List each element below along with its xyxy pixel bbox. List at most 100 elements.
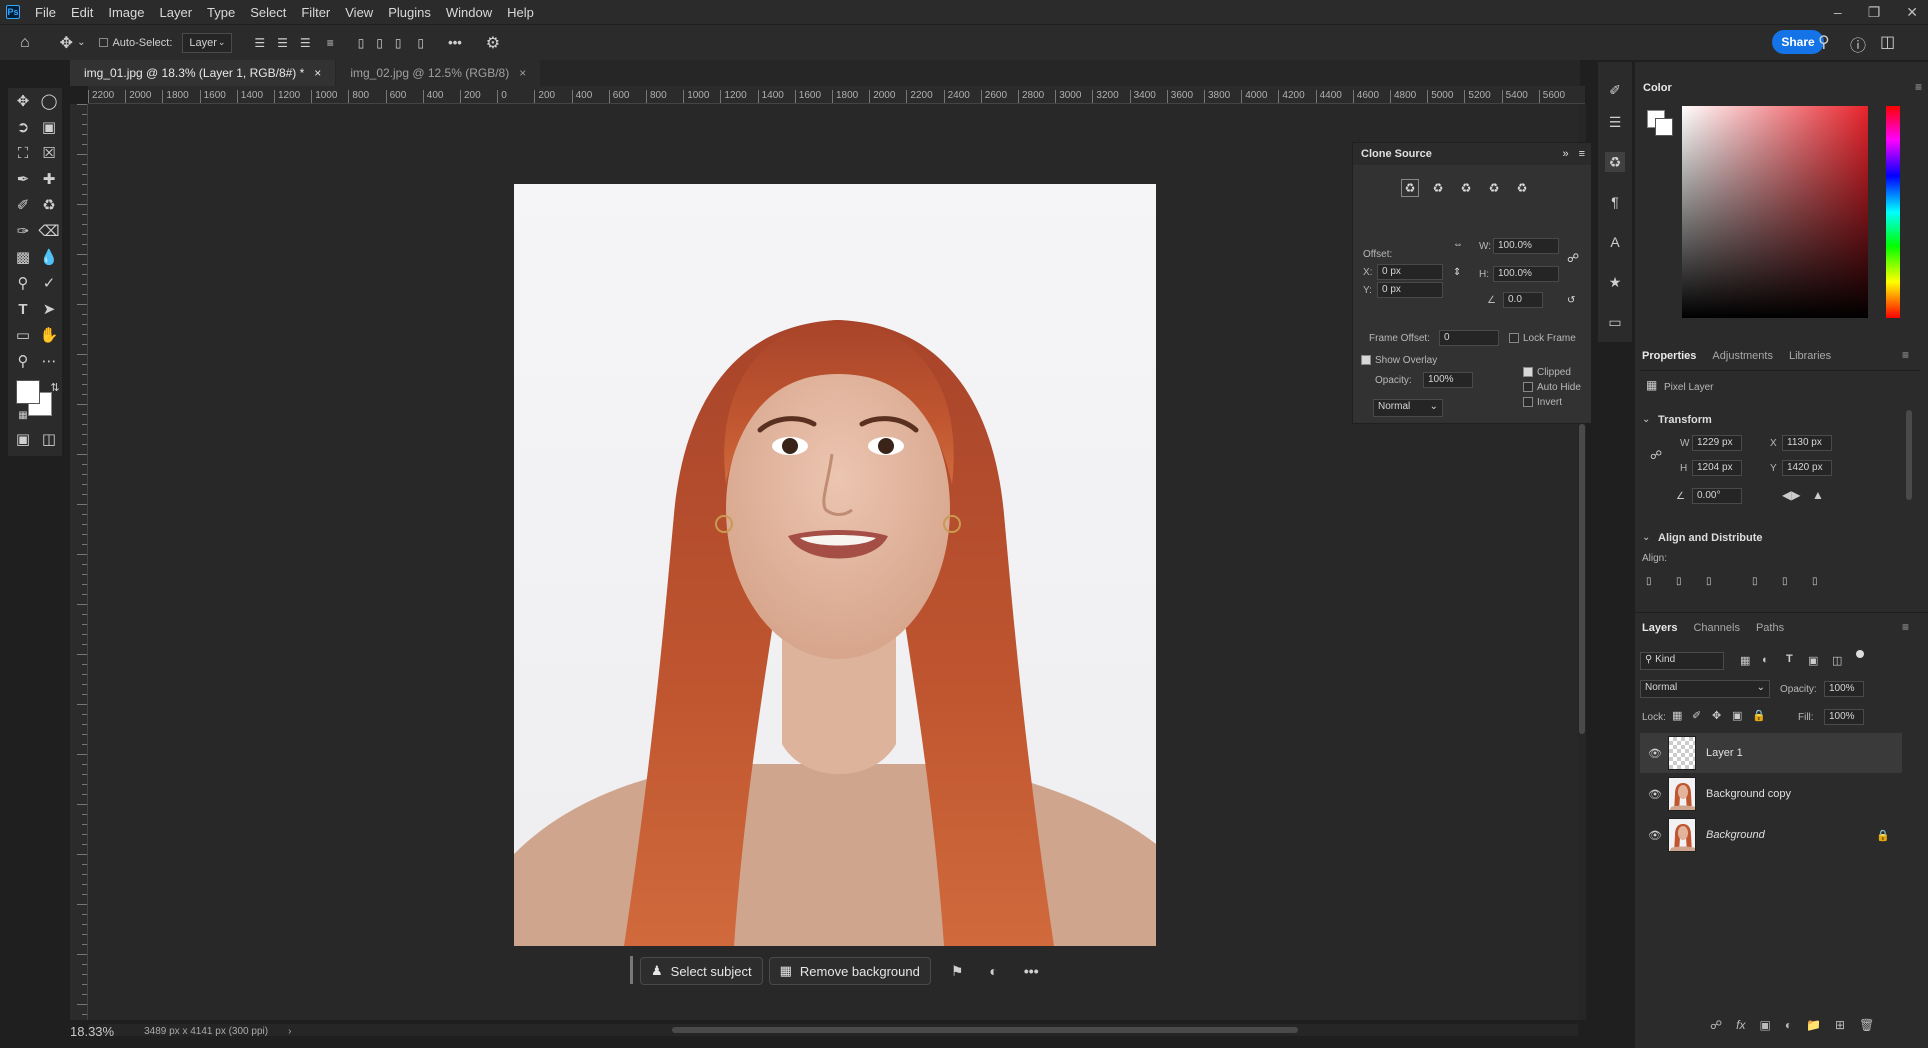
clone-source-slot-icon[interactable]: ♻ xyxy=(1401,179,1419,197)
rotation-input[interactable]: 0.00° xyxy=(1692,488,1742,504)
tab-close-icon[interactable]: × xyxy=(314,66,321,80)
paragraph-icon[interactable]: ¶ xyxy=(1605,192,1625,212)
panel-menu-icon[interactable]: ≡ xyxy=(1915,80,1922,94)
align-center-icon[interactable]: ☰ xyxy=(277,36,288,50)
show-overlay-checkbox[interactable] xyxy=(1361,355,1371,365)
align-left-icon[interactable]: ☰ xyxy=(254,36,265,50)
more-options-icon[interactable]: ••• xyxy=(1024,963,1039,979)
tab-layers[interactable]: Layers xyxy=(1642,622,1677,634)
align-left-icon[interactable]: ▯ xyxy=(1646,576,1652,587)
lock-transparent-icon[interactable]: ▦ xyxy=(1672,709,1682,722)
lock-frame-checkbox[interactable] xyxy=(1509,333,1519,343)
align-right-icon[interactable]: ☰ xyxy=(300,36,311,50)
layer-blend-mode-dropdown[interactable]: Normal ⌄ xyxy=(1640,680,1770,698)
clone-source-slot-icon[interactable]: ♻ xyxy=(1457,179,1475,197)
restore-icon[interactable]: ❐ xyxy=(1868,4,1881,21)
visibility-eye-icon[interactable]: 👁 xyxy=(1648,747,1662,760)
lasso-tool-icon[interactable]: ➲ xyxy=(12,116,34,138)
foreground-color-swatch-top[interactable] xyxy=(16,380,40,404)
horizontal-scroll-thumb[interactable] xyxy=(672,1027,1298,1033)
chevron-down-icon[interactable]: ⌄ xyxy=(77,37,85,48)
align-top-icon[interactable]: ▯ xyxy=(358,36,365,50)
vertical-scroll-thumb[interactable] xyxy=(1579,424,1585,734)
screen-mode-icon[interactable]: ◫ xyxy=(38,428,60,450)
glyphs-icon[interactable]: ★ xyxy=(1605,272,1625,292)
align-bottom-icon[interactable]: ▯ xyxy=(1812,576,1818,587)
filter-pixel-icon[interactable]: ▦ xyxy=(1740,654,1750,667)
clone-stamp-tool-icon[interactable]: ♻ xyxy=(38,194,60,216)
width-input[interactable]: 1229 px xyxy=(1692,435,1742,451)
type-tool-icon[interactable]: T xyxy=(12,298,34,320)
align-horizontal-center-icon[interactable]: ▯ xyxy=(1676,576,1682,587)
settings-circle-icon[interactable]: ◐ xyxy=(989,963,997,979)
layer-style-icon[interactable]: fx xyxy=(1736,1018,1745,1032)
menu-help[interactable]: Help xyxy=(507,5,534,20)
align-bottom-icon[interactable]: ▯ xyxy=(395,36,402,50)
tab-adjustments[interactable]: Adjustments xyxy=(1712,350,1773,362)
height-scale-input[interactable]: 100.0% xyxy=(1493,266,1559,282)
lock-all-icon[interactable]: 🔒 xyxy=(1752,709,1766,722)
clone-source-slot-icon[interactable]: ♻ xyxy=(1513,179,1531,197)
reset-transform-icon[interactable]: ↺ xyxy=(1567,295,1575,306)
align-right-icon[interactable]: ▯ xyxy=(1706,576,1712,587)
offset-x-input[interactable]: 0 px xyxy=(1377,264,1443,280)
hand-tool-icon[interactable]: ✋ xyxy=(38,324,60,346)
link-layers-icon[interactable]: ☍ xyxy=(1710,1018,1722,1032)
healing-brush-tool-icon[interactable]: ✚ xyxy=(38,168,60,190)
menu-type[interactable]: Type xyxy=(207,5,235,20)
pen-tool-icon[interactable]: ✓ xyxy=(38,272,60,294)
frame-offset-input[interactable]: 0 xyxy=(1439,330,1499,346)
marquee-tool-icon[interactable]: ◯ xyxy=(38,90,60,112)
menu-plugins[interactable]: Plugins xyxy=(388,5,431,20)
auto-hide-checkbox[interactable] xyxy=(1523,382,1533,392)
menu-image[interactable]: Image xyxy=(108,5,144,20)
link-dimensions-icon[interactable]: ☍ xyxy=(1650,448,1662,462)
path-selection-tool-icon[interactable]: ➤ xyxy=(38,298,60,320)
collapse-icon[interactable]: » xyxy=(1562,148,1568,160)
color-picker-field[interactable] xyxy=(1682,106,1868,318)
menu-view[interactable]: View xyxy=(345,5,373,20)
menu-layer[interactable]: Layer xyxy=(160,5,193,20)
clone-source-slot-icon[interactable]: ♻ xyxy=(1485,179,1503,197)
width-scale-input[interactable]: 100.0% xyxy=(1493,238,1559,254)
zoom-tool-icon[interactable]: ⚲ xyxy=(12,350,34,372)
brush-settings-icon[interactable]: ✐ xyxy=(1605,80,1625,100)
close-icon[interactable]: ✕ xyxy=(1906,4,1918,21)
tab-img-02[interactable]: img_02.jpg @ 12.5% (RGB/8) × xyxy=(336,60,541,86)
adjustments-icon[interactable]: ☰ xyxy=(1605,112,1625,132)
add-mask-icon[interactable]: ▣ xyxy=(1760,1018,1771,1032)
quick-mask-icon[interactable]: ▣ xyxy=(12,428,34,450)
lock-icon[interactable]: 🔒 xyxy=(1876,829,1890,842)
transform-section-title[interactable]: Transform xyxy=(1658,414,1712,426)
remove-background-button[interactable]: ▦ Remove background xyxy=(768,957,931,985)
select-subject-button[interactable]: ♟ Select subject xyxy=(640,957,763,985)
menu-edit[interactable]: Edit xyxy=(71,5,93,20)
blur-tool-icon[interactable]: 💧 xyxy=(38,246,60,268)
dodge-tool-icon[interactable]: ⚲ xyxy=(12,272,34,294)
flip-icon[interactable]: ⇔ xyxy=(1453,239,1463,250)
panel-menu-icon[interactable]: ≡ xyxy=(1902,620,1909,634)
adjustment-layer-icon[interactable]: ◐ xyxy=(1785,1018,1792,1032)
overlay-opacity-input[interactable]: 100% xyxy=(1423,372,1473,388)
hue-slider[interactable] xyxy=(1886,106,1900,318)
document-info[interactable]: 3489 px x 4141 px (300 ppi) xyxy=(144,1026,268,1037)
chevron-right-icon[interactable]: › xyxy=(288,1026,291,1037)
flip-vertical-icon[interactable]: ▲ xyxy=(1812,488,1824,502)
gradients-icon[interactable]: ▭ xyxy=(1605,312,1625,332)
rectangle-tool-icon[interactable]: ▭ xyxy=(12,324,34,346)
link-icon[interactable]: ☍ xyxy=(1567,251,1579,265)
taskbar-handle[interactable] xyxy=(630,956,633,984)
auto-select-checkbox[interactable] xyxy=(99,38,109,47)
layer-row-background[interactable]: 👁 Background 🔒 xyxy=(1640,815,1902,855)
zoom-level[interactable]: 18.33% xyxy=(70,1024,114,1039)
height-input[interactable]: 1204 px xyxy=(1692,460,1742,476)
filter-adjustment-icon[interactable]: ◐ xyxy=(1762,654,1769,666)
crop-tool-icon[interactable]: ⛶ xyxy=(12,142,34,164)
eraser-tool-icon[interactable]: ⌫ xyxy=(38,220,60,242)
properties-scroll-thumb[interactable] xyxy=(1906,410,1912,500)
layer-row-layer-1[interactable]: 👁 Layer 1 xyxy=(1640,733,1902,773)
horizontal-scrollbar[interactable] xyxy=(88,1024,1578,1036)
flip-horizontal-icon[interactable]: ◀▶ xyxy=(1782,488,1800,502)
chevron-down-icon[interactable]: ⌄ xyxy=(1642,532,1650,543)
layer-row-background-copy[interactable]: 👁 Background copy xyxy=(1640,774,1902,814)
